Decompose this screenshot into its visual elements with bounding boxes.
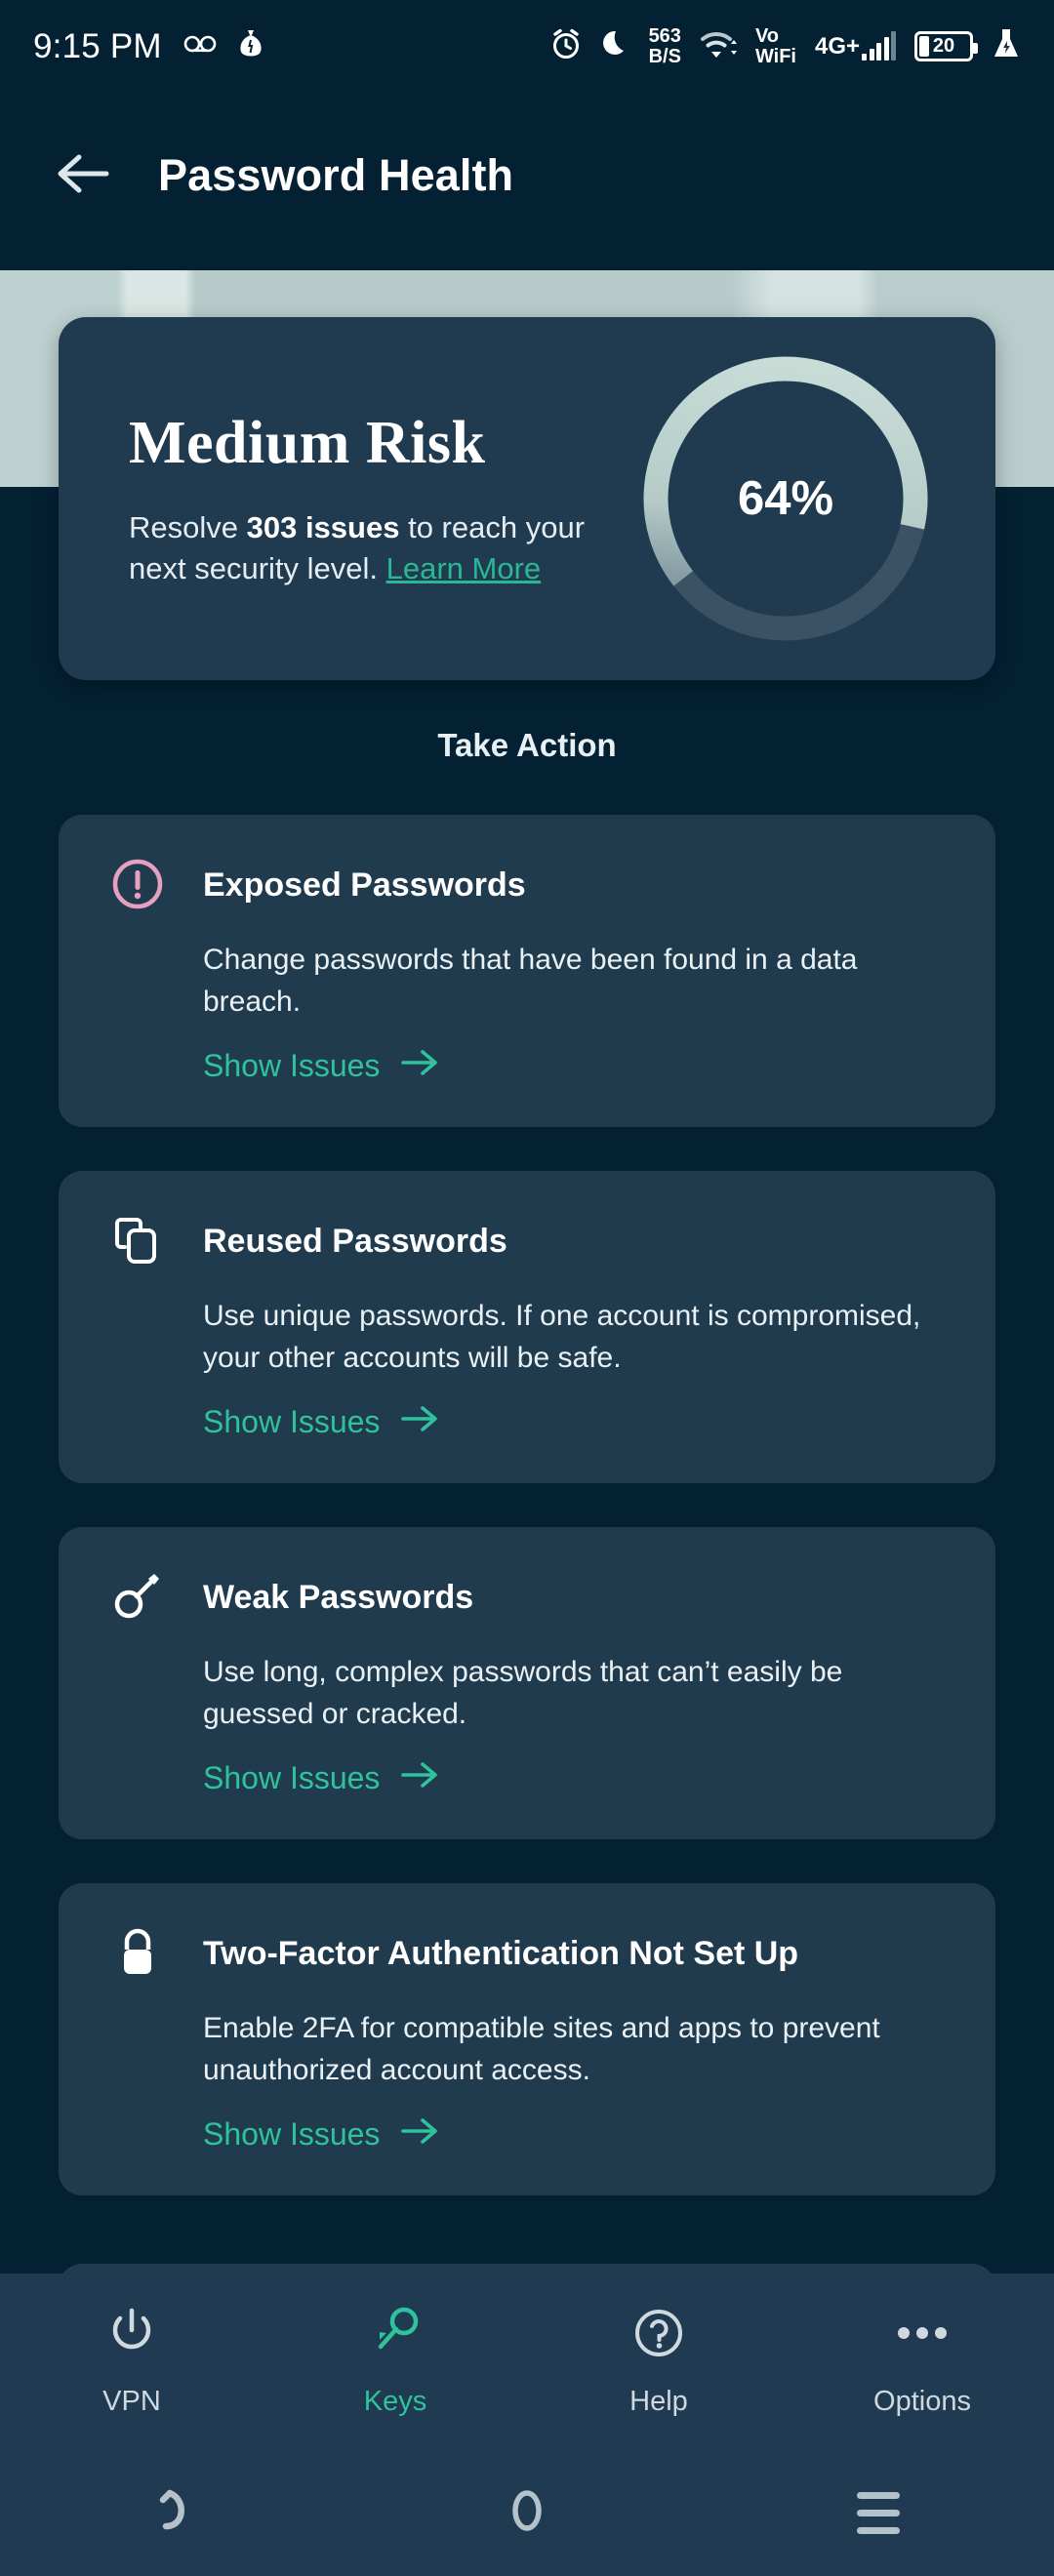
- card-description: Use long, complex passwords that can’t e…: [203, 1656, 843, 1730]
- system-recents-button[interactable]: [703, 2491, 1054, 2534]
- nav-item-options[interactable]: Options: [790, 2305, 1054, 2418]
- show-issues-label: Show Issues: [203, 2116, 381, 2153]
- action-card-weak-passwords[interactable]: Weak Passwords Use long, complex passwor…: [59, 1527, 995, 1840]
- show-issues-label: Show Issues: [203, 1048, 381, 1084]
- risk-level-title: Medium Risk: [129, 410, 486, 477]
- nav-item-help[interactable]: Help: [527, 2305, 790, 2418]
- bottom-navigation-bar: VPN Keys Help Options: [0, 2274, 1054, 2449]
- action-card-reused-passwords[interactable]: Reused Passwords Use unique passwords. I…: [59, 1171, 995, 1484]
- system-navigation-bar: [0, 2449, 1054, 2576]
- card-description: Change passwords that have been found in…: [203, 944, 858, 1018]
- power-icon: [105, 2305, 158, 2366]
- card-title: Weak Passwords: [203, 1579, 474, 1616]
- card-title: Two-Factor Authentication Not Set Up: [203, 1935, 799, 1972]
- show-issues-label: Show Issues: [203, 1404, 381, 1440]
- show-issues-link[interactable]: Show Issues: [203, 2116, 945, 2153]
- risk-sub-prefix: Resolve: [129, 510, 247, 545]
- nav-label-keys: Keys: [363, 2386, 427, 2417]
- arrow-right-icon: [401, 1048, 440, 1084]
- nav-item-keys[interactable]: Keys: [264, 2305, 527, 2418]
- nav-label-help: Help: [629, 2386, 688, 2417]
- key-icon: [368, 2305, 423, 2366]
- system-home-button[interactable]: [351, 2485, 703, 2541]
- show-issues-link[interactable]: Show Issues: [203, 1760, 945, 1796]
- system-back-icon: [152, 2485, 199, 2541]
- arrow-right-icon: [401, 1404, 440, 1440]
- risk-summary-text: Medium Risk Resolve 303 issues to reach …: [59, 409, 634, 587]
- card-header: Two-Factor Authentication Not Set Up: [109, 1926, 945, 1981]
- action-card-exposed-passwords[interactable]: Exposed Passwords Change passwords that …: [59, 815, 995, 1128]
- card-title: Exposed Passwords: [203, 866, 526, 904]
- card-header: Reused Passwords: [109, 1214, 945, 1268]
- system-home-icon: [506, 2485, 548, 2541]
- three-dots-icon: [890, 2305, 954, 2366]
- system-back-button[interactable]: [0, 2485, 351, 2541]
- show-issues-label: Show Issues: [203, 1760, 381, 1796]
- question-circle-icon: [631, 2305, 686, 2366]
- arrow-right-icon: [401, 2116, 440, 2153]
- risk-summary-card[interactable]: Medium Risk Resolve 303 issues to reach …: [59, 317, 995, 680]
- card-title: Reused Passwords: [203, 1223, 507, 1260]
- app-screen: 9:15 PM 563 B/S Vo WiFi 4G+ 20 Password …: [0, 0, 1054, 2576]
- system-recents-icon: [857, 2491, 900, 2534]
- take-action-heading: Take Action: [437, 727, 617, 763]
- nav-item-vpn[interactable]: VPN: [0, 2305, 264, 2418]
- show-issues-link[interactable]: Show Issues: [203, 1048, 945, 1084]
- action-card-two-factor-auth[interactable]: Two-Factor Authentication Not Set Up Ena…: [59, 1883, 995, 2196]
- main-content: Medium Risk Resolve 303 issues to reach …: [0, 0, 1054, 2576]
- key-icon: [109, 1568, 166, 1625]
- lock-icon: [109, 1924, 166, 1981]
- health-score-ring: 64%: [629, 342, 942, 655]
- card-description: Use unique passwords. If one account is …: [203, 1300, 921, 1374]
- nav-label-options: Options: [873, 2386, 971, 2417]
- arrow-right-icon: [401, 1760, 440, 1796]
- learn-more-link[interactable]: Learn More: [386, 551, 542, 585]
- show-issues-link[interactable]: Show Issues: [203, 1404, 945, 1440]
- card-header: Weak Passwords: [109, 1570, 945, 1625]
- health-score-percent: 64%: [737, 472, 834, 525]
- card-header: Exposed Passwords: [109, 858, 945, 912]
- alert-circle-icon: [109, 856, 166, 912]
- copy-duplicate-icon: [109, 1212, 166, 1268]
- risk-subtitle: Resolve 303 issues to reach your next se…: [129, 507, 634, 587]
- nav-label-vpn: VPN: [102, 2386, 161, 2417]
- card-description: Enable 2FA for compatible sites and apps…: [203, 2012, 880, 2086]
- risk-issue-count: 303 issues: [246, 510, 400, 545]
